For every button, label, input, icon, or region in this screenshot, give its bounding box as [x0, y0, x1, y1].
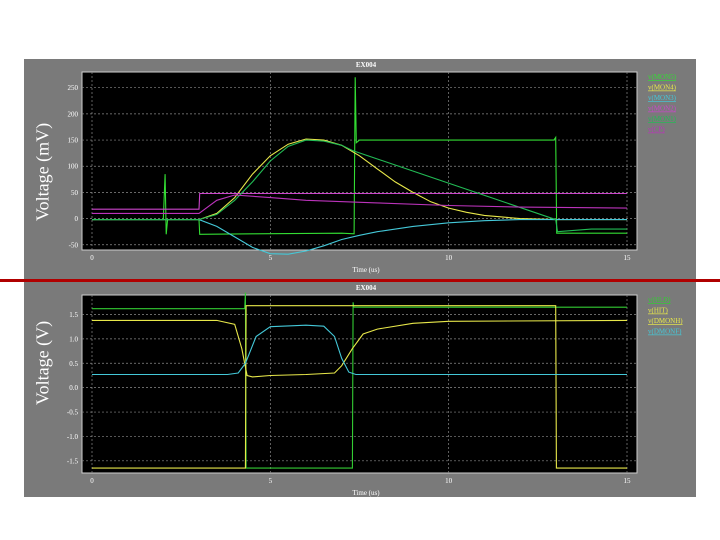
x-tick-label: 0	[90, 254, 94, 262]
plot-area	[81, 294, 638, 474]
top-x-axis-label: Time (us)	[352, 266, 380, 274]
legend-entry: v(MON1)	[648, 115, 677, 123]
legend-entry: v(MON2)	[648, 105, 677, 113]
y-tick-label: 0.5	[69, 360, 78, 368]
bottom-x-axis-label: Time (us)	[352, 489, 380, 497]
x-tick-label: 15	[624, 477, 632, 485]
top-chart-title: EX004	[356, 61, 377, 69]
x-tick-label: 5	[269, 254, 273, 262]
y-tick-label: -0.5	[67, 409, 79, 417]
y-tick-label: -1.5	[67, 457, 79, 465]
y-tick-label: 0	[75, 215, 79, 223]
bottom-chart: EX004 Time (us) 0 5 10 15 -1.5 -1.0 -0.5 0.0 0.5…	[67, 284, 683, 497]
bottom-chart-title: EX004	[356, 284, 377, 292]
y-tick-label: 0.0	[69, 384, 78, 392]
x-tick-label: 10	[445, 477, 453, 485]
y-tick-label: 150	[68, 137, 79, 145]
top-chart: EX004 Time (us) 0 5 10 15 -50 0 50 100 150 200 250…	[68, 61, 677, 274]
y-tick-label: 250	[68, 84, 79, 92]
legend-entry: v(DMONF)	[648, 328, 682, 336]
y-tick-label: 100	[68, 163, 79, 171]
y-tick-label: -1.0	[67, 433, 79, 441]
legend-entry: v(MON3)	[648, 94, 677, 102]
legend-entry: v(MON4)	[648, 84, 677, 92]
y-tick-label: 200	[68, 110, 79, 118]
legend-entry: v(HIT)	[648, 307, 668, 315]
legend-entry: v(CP)	[648, 126, 665, 134]
legend-entry: v(DMONH)	[648, 317, 683, 325]
y-tick-label: 1.0	[69, 335, 78, 343]
legend-entry: v(HLD)	[648, 296, 671, 304]
y-tick-label: 1.5	[69, 311, 78, 319]
x-tick-label: 10	[445, 254, 453, 262]
x-tick-label: 0	[90, 477, 94, 485]
x-tick-label: 15	[624, 254, 632, 262]
x-tick-label: 5	[269, 477, 273, 485]
plot-area	[81, 71, 638, 251]
y-tick-label: 50	[71, 189, 79, 197]
legend-entry: v(MON5)	[648, 73, 677, 81]
y-tick-label: -50	[69, 241, 79, 249]
charts-svg: EX004 Time (us) 0 5 10 15-50050100150200250…	[67, 61, 683, 497]
